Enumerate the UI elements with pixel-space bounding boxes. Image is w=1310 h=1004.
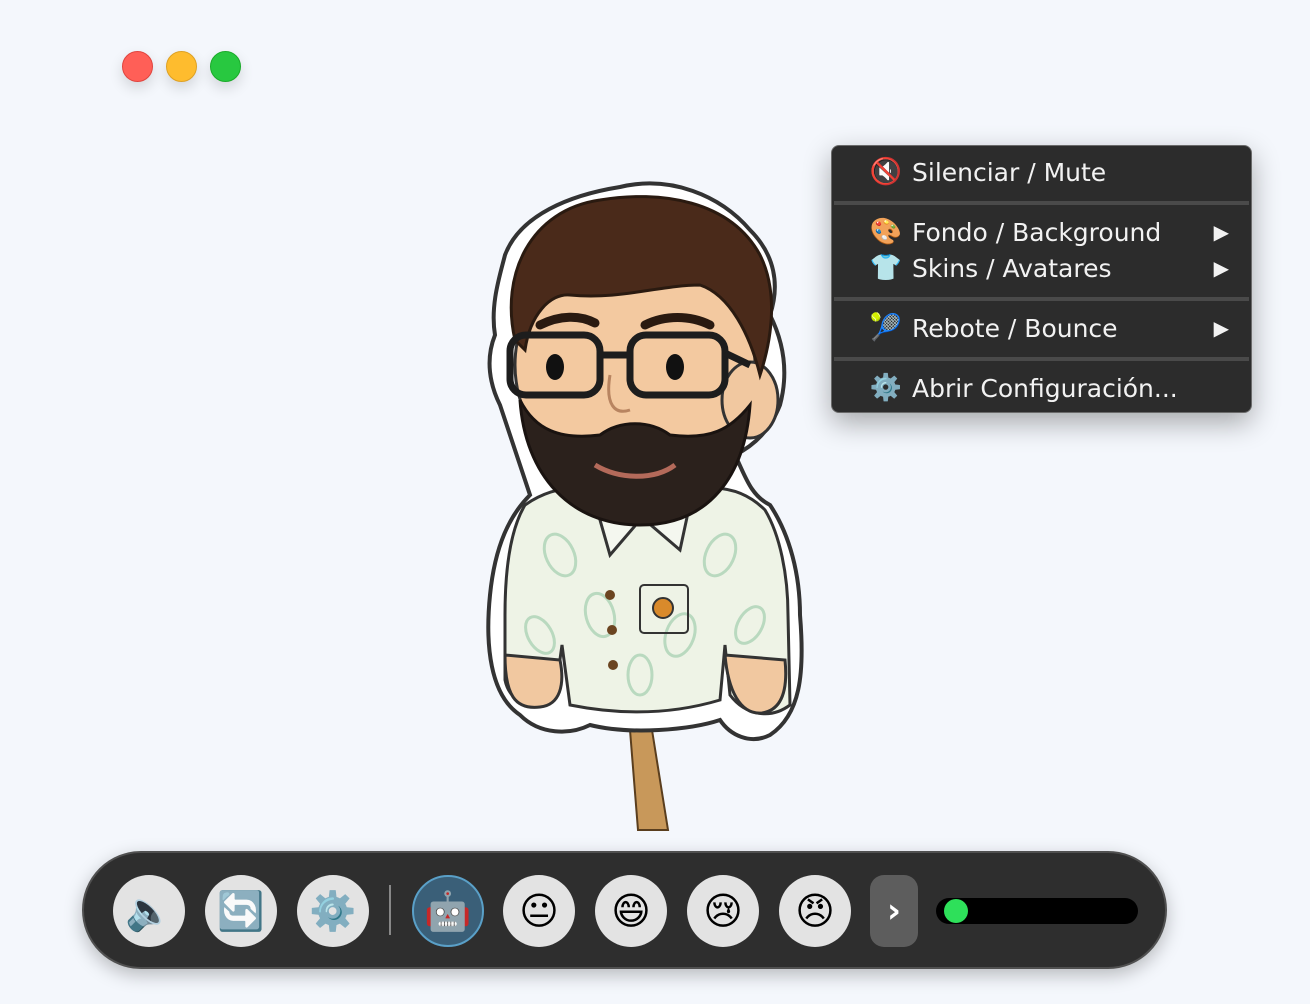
volume-slider-fill	[936, 898, 944, 924]
menu-item-skins[interactable]: 👕 Skins / Avatares ▶	[832, 250, 1251, 286]
sad-face-icon: 😢	[703, 889, 743, 933]
settings-button[interactable]: ⚙️	[297, 875, 369, 947]
shirt-icon: 👕	[869, 253, 903, 283]
mute-icon: 🔇	[869, 157, 903, 187]
gear-icon: ⚙️	[869, 373, 903, 403]
menu-separator	[834, 297, 1249, 301]
bottom-toolbar: 🔈 🔄 ⚙️ 🤖 😐 😄 😢 😠 ›	[82, 851, 1167, 969]
menu-item-settings[interactable]: ⚙️ Abrir Configuración...	[832, 370, 1251, 406]
speaker-button[interactable]: 🔈	[113, 875, 185, 947]
sad-face-button[interactable]: 😢	[687, 875, 759, 947]
menu-item-background[interactable]: 🎨 Fondo / Background ▶	[832, 214, 1251, 250]
avatar-character[interactable]	[470, 175, 820, 835]
tennis-ball-icon: 🎾	[869, 313, 903, 343]
happy-face-button[interactable]: 😄	[595, 875, 667, 947]
happy-face-icon: 😄	[611, 889, 651, 933]
bearded-man-avatar-icon	[486, 181, 804, 831]
volume-slider-knob[interactable]	[944, 899, 969, 923]
volume-slider[interactable]	[936, 898, 1138, 924]
menu-item-bounce-label: Rebote / Bounce	[912, 313, 1118, 343]
neutral-face-button[interactable]: 😐	[503, 875, 575, 947]
menu-item-background-label: Fondo / Background	[912, 217, 1162, 247]
menu-item-mute-label: Silenciar / Mute	[912, 157, 1107, 187]
palette-icon: 🎨	[869, 217, 903, 247]
window-controls	[122, 51, 241, 82]
submenu-arrow-icon: ▶	[1213, 256, 1229, 280]
menu-item-settings-label: Abrir Configuración...	[912, 373, 1178, 403]
robot-button[interactable]: 🤖	[412, 875, 484, 947]
robot-icon: 🤖	[424, 888, 472, 933]
angry-face-icon: 😠	[795, 889, 835, 933]
toolbar-divider	[389, 885, 391, 935]
refresh-button[interactable]: 🔄	[205, 875, 277, 947]
menu-item-skins-label: Skins / Avatares	[912, 253, 1112, 283]
menu-item-mute[interactable]: 🔇 Silenciar / Mute	[832, 154, 1251, 190]
refresh-icon: 🔄	[217, 888, 265, 933]
gear-icon: ⚙️	[309, 888, 357, 933]
submenu-arrow-icon: ▶	[1213, 316, 1229, 340]
menu-separator	[834, 201, 1249, 205]
menu-item-bounce[interactable]: 🎾 Rebote / Bounce ▶	[832, 310, 1251, 346]
speaker-icon: 🔈	[125, 888, 173, 933]
minimize-window-button[interactable]	[166, 51, 197, 82]
context-menu: 🔇 Silenciar / Mute 🎨 Fondo / Background …	[831, 145, 1252, 413]
submenu-arrow-icon: ▶	[1213, 220, 1229, 244]
zoom-window-button[interactable]	[210, 51, 241, 82]
neutral-face-icon: 😐	[519, 889, 559, 933]
angry-face-button[interactable]: 😠	[779, 875, 851, 947]
more-button[interactable]: ›	[870, 875, 918, 947]
menu-separator	[834, 357, 1249, 361]
close-window-button[interactable]	[122, 51, 153, 82]
